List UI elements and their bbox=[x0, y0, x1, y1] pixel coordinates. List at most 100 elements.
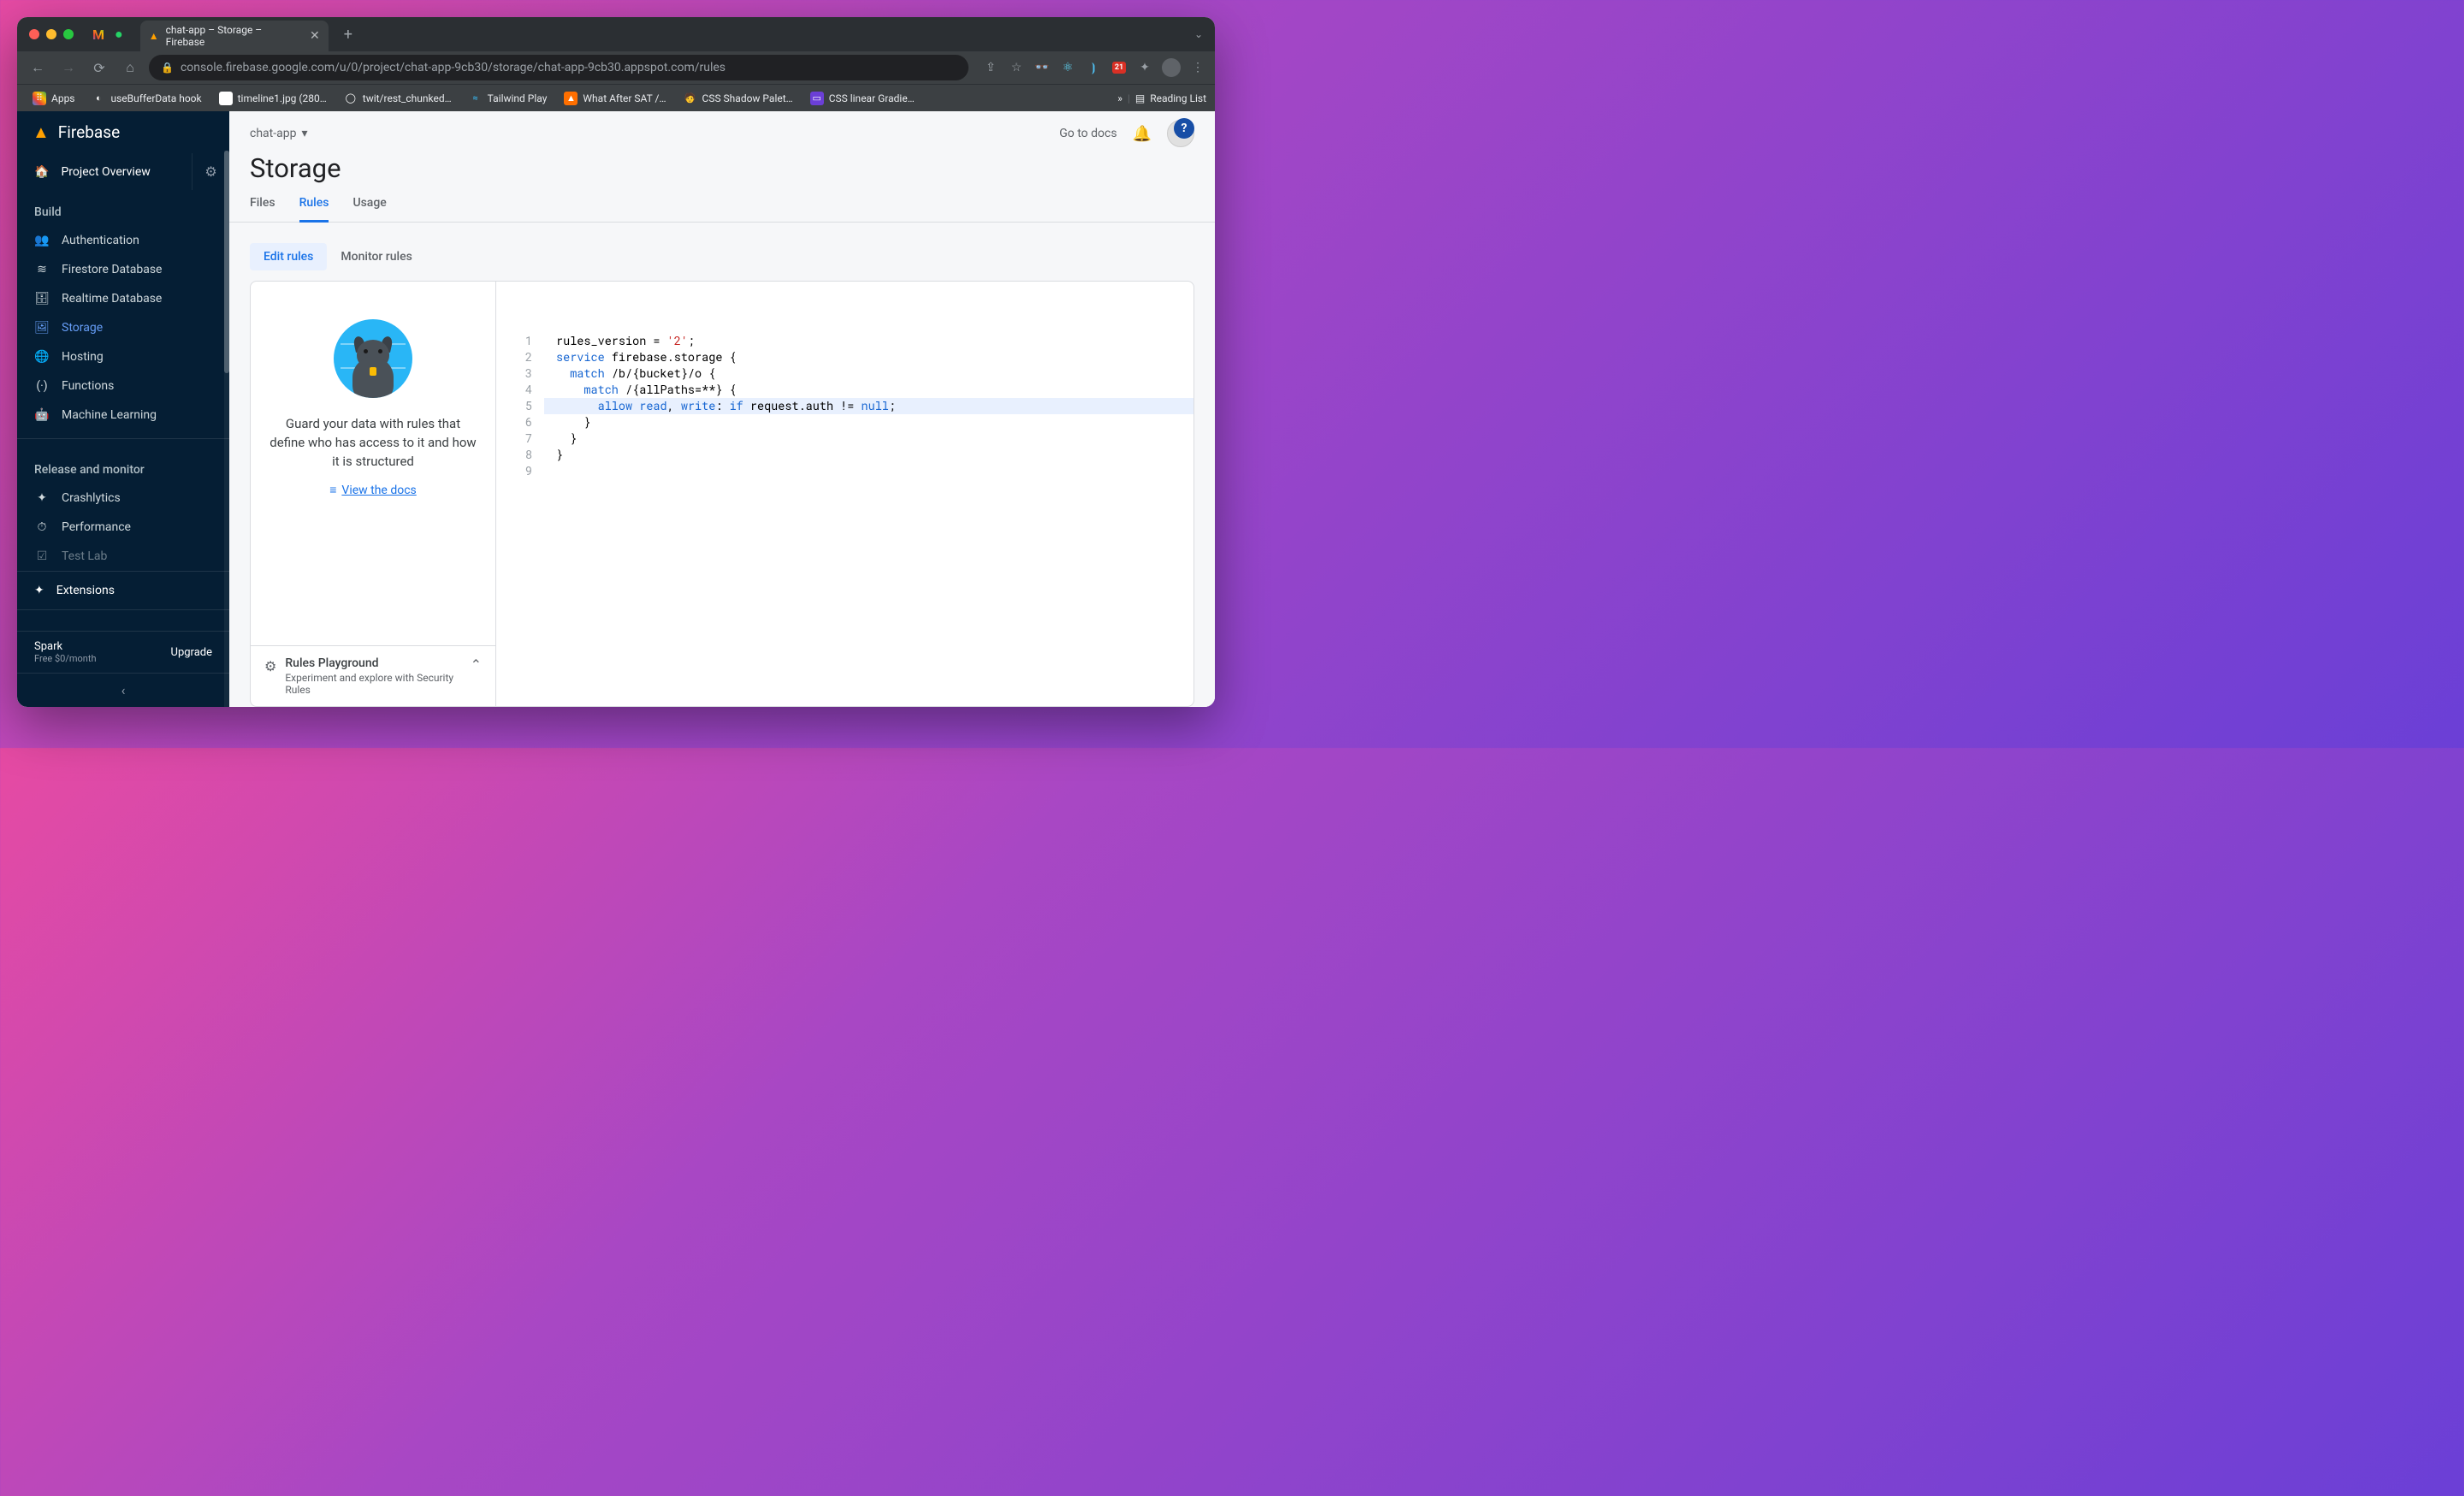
tab-usage[interactable]: Usage bbox=[352, 196, 386, 222]
profile-avatar[interactable] bbox=[1162, 58, 1181, 77]
titlebar: M ● ▲ chat-app – Storage – Firebase ✕ + … bbox=[17, 17, 1215, 51]
home-icon: 🏠 bbox=[34, 165, 49, 179]
firebase-console: ▲ Firebase 🏠 Project Overview ⚙ Build 👥A… bbox=[17, 111, 1215, 707]
bookmark-item[interactable]: ◯twit/rest_chunked… bbox=[337, 88, 459, 109]
sidebar-icon: ≋ bbox=[34, 263, 50, 276]
tab-rules[interactable]: Rules bbox=[299, 196, 329, 223]
sidebar-item-authentication[interactable]: 👥Authentication bbox=[17, 226, 229, 255]
pinned-tabs: M ● bbox=[92, 26, 123, 43]
docs-icon: ≡ bbox=[329, 483, 336, 497]
bookmark-item[interactable]: ▭CSS linear Gradie… bbox=[803, 88, 921, 109]
sidebar-item-functions[interactable]: (·)Functions bbox=[17, 371, 229, 401]
plan-name: Spark bbox=[34, 640, 97, 653]
sidebar-item-performance[interactable]: ⏱Performance bbox=[17, 513, 229, 542]
sidebar-icon: 👥 bbox=[34, 234, 50, 247]
info-text: Guard your data with rules that define w… bbox=[268, 415, 478, 471]
code-area[interactable]: rules_version = '2';service firebase.sto… bbox=[544, 333, 1194, 706]
react-devtools-icon[interactable]: ⚛ bbox=[1059, 59, 1076, 76]
minimize-window[interactable] bbox=[46, 29, 56, 39]
bookmark-item[interactable]: timeline1.jpg (280… bbox=[212, 88, 334, 109]
sidebar-item-hosting[interactable]: 🌐Hosting bbox=[17, 342, 229, 371]
sidebar-scrollbar[interactable] bbox=[224, 151, 229, 707]
go-to-docs-link[interactable]: Go to docs bbox=[1059, 127, 1116, 140]
toolbar-actions: ⇪ ☆ 👓 ⚛ ⦘ 21 ✦ ⋮ bbox=[982, 58, 1206, 77]
extension-icon-2[interactable]: ⦘ bbox=[1085, 59, 1102, 76]
info-panel: Guard your data with rules that define w… bbox=[251, 282, 496, 706]
sidebar-icon: ☑ bbox=[34, 549, 50, 563]
main-header: chat-app ▾ Go to docs 🔔 bbox=[229, 111, 1215, 147]
sidebar-icon: 🗄 bbox=[34, 292, 50, 306]
subtab-monitor-rules[interactable]: Monitor rules bbox=[327, 243, 425, 270]
rules-playground-toggle[interactable]: ⚙ Rules Playground Experiment and explor… bbox=[251, 645, 495, 706]
sidebar-icon: 🖼 bbox=[34, 321, 50, 335]
reading-list[interactable]: Reading List bbox=[1150, 92, 1206, 104]
sidebar-icon: ✦ bbox=[34, 491, 50, 505]
reload-button[interactable]: ⟳ bbox=[87, 60, 111, 76]
bookmarks-more[interactable]: » bbox=[1117, 92, 1122, 104]
gmail-icon[interactable]: M bbox=[92, 27, 104, 43]
bookmark-apps[interactable]: ⠿Apps bbox=[26, 88, 82, 109]
browser-window: M ● ▲ chat-app – Storage – Firebase ✕ + … bbox=[17, 17, 1215, 707]
bookmark-star-icon[interactable]: ☆ bbox=[1008, 59, 1025, 76]
new-tab-button[interactable]: + bbox=[344, 26, 352, 44]
notifications-icon[interactable]: 🔔 bbox=[1133, 125, 1152, 143]
tab-title: chat-app – Storage – Firebase bbox=[166, 24, 303, 48]
sidebar-icon: ⏱ bbox=[34, 520, 50, 534]
sidebar-item-extensions[interactable]: ✦ Extensions bbox=[17, 571, 229, 610]
extensions-icon[interactable]: ✦ bbox=[1136, 59, 1153, 76]
extension-icon[interactable]: 👓 bbox=[1034, 59, 1051, 76]
bookmark-item[interactable]: ◐useBufferData hook bbox=[86, 88, 209, 109]
storage-tabs: Files Rules Usage bbox=[229, 184, 1215, 223]
url-text: console.firebase.google.com/u/0/project/… bbox=[181, 61, 726, 74]
sidebar-icon: 🌐 bbox=[34, 350, 50, 364]
home-button[interactable]: ⌂ bbox=[118, 59, 142, 76]
sidebar-item-firestore-database[interactable]: ≋Firestore Database bbox=[17, 255, 229, 284]
guard-dog-illustration bbox=[334, 319, 412, 398]
sidebar-item-test-lab[interactable]: ☑Test Lab bbox=[17, 542, 229, 571]
bookmarks-bar: ⠿Apps ◐useBufferData hook timeline1.jpg … bbox=[17, 84, 1215, 111]
ublock-icon[interactable]: 21 bbox=[1111, 59, 1128, 76]
collapse-sidebar-icon[interactable]: ‹ bbox=[17, 673, 229, 707]
sidebar-item-machine-learning[interactable]: 🤖Machine Learning bbox=[17, 401, 229, 430]
lock-icon: 🔒 bbox=[161, 62, 174, 74]
plan-sub: Free $0/month bbox=[34, 653, 97, 664]
line-gutter: 123456789 bbox=[496, 333, 544, 706]
tabs-dropdown-icon[interactable]: ⌄ bbox=[1194, 28, 1203, 40]
sidebar-item-crashlytics[interactable]: ✦Crashlytics bbox=[17, 484, 229, 513]
project-selector[interactable]: chat-app ▾ bbox=[250, 127, 307, 140]
bookmark-item[interactable]: 🧑CSS Shadow Palet… bbox=[677, 88, 800, 109]
rules-panel: Guard your data with rules that define w… bbox=[250, 281, 1194, 707]
back-button[interactable]: ← bbox=[26, 59, 50, 76]
plan-card: Spark Free $0/month Upgrade bbox=[17, 631, 229, 673]
window-controls bbox=[29, 29, 74, 39]
page-title: Storage bbox=[229, 147, 1215, 184]
bookmark-item[interactable]: ▲What After SAT /… bbox=[557, 88, 672, 109]
project-overview[interactable]: 🏠 Project Overview bbox=[17, 155, 192, 189]
whatsapp-icon[interactable]: ● bbox=[115, 26, 123, 43]
code-editor[interactable]: 123456789 rules_version = '2';service fi… bbox=[496, 282, 1194, 706]
tab-files[interactable]: Files bbox=[250, 196, 275, 222]
share-icon[interactable]: ⇪ bbox=[982, 59, 999, 76]
close-tab-icon[interactable]: ✕ bbox=[310, 29, 320, 43]
extensions-icon: ✦ bbox=[34, 584, 44, 597]
firebase-logo-icon: ▲ bbox=[33, 122, 50, 143]
forward-button[interactable]: → bbox=[56, 59, 80, 76]
bookmark-item[interactable]: ≈Tailwind Play bbox=[462, 88, 554, 109]
release-section-header: Release and monitor bbox=[17, 448, 229, 484]
rules-subtabs: Edit rules Monitor rules bbox=[229, 223, 1215, 281]
maximize-window[interactable] bbox=[63, 29, 74, 39]
help-icon[interactable]: ? bbox=[1174, 118, 1194, 139]
close-window[interactable] bbox=[29, 29, 39, 39]
menu-icon[interactable]: ⋮ bbox=[1189, 59, 1206, 76]
sidebar-item-storage[interactable]: 🖼Storage bbox=[17, 313, 229, 342]
reading-list-icon: ▤ bbox=[1135, 92, 1145, 104]
main-content: chat-app ▾ Go to docs 🔔 Storage ? Files … bbox=[229, 111, 1215, 707]
browser-toolbar: ← → ⟳ ⌂ 🔒 console.firebase.google.com/u/… bbox=[17, 51, 1215, 84]
firebase-brand[interactable]: ▲ Firebase bbox=[17, 111, 229, 153]
upgrade-button[interactable]: Upgrade bbox=[171, 646, 212, 659]
subtab-edit-rules[interactable]: Edit rules bbox=[250, 243, 327, 270]
address-bar[interactable]: 🔒 console.firebase.google.com/u/0/projec… bbox=[149, 55, 968, 80]
view-docs-link[interactable]: ≡ View the docs bbox=[329, 483, 417, 497]
browser-tab[interactable]: ▲ chat-app – Storage – Firebase ✕ bbox=[140, 21, 329, 51]
sidebar-item-realtime-database[interactable]: 🗄Realtime Database bbox=[17, 284, 229, 313]
